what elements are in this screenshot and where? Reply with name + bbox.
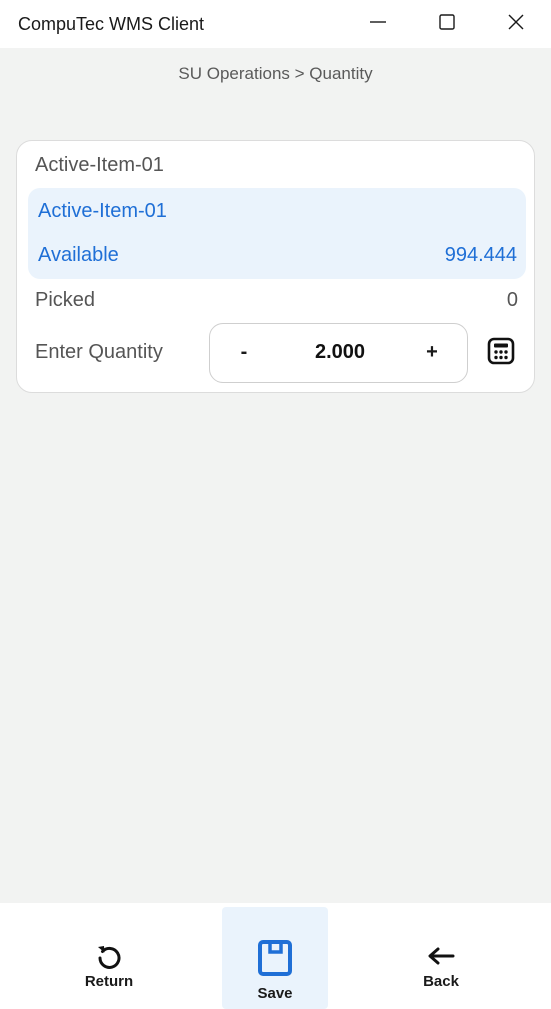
back-arrow-icon (427, 941, 455, 971)
picked-label: Picked (35, 289, 96, 311)
quantity-label: Enter Quantity (35, 341, 163, 363)
save-button[interactable]: Save (222, 907, 328, 1009)
back-button[interactable]: Back (388, 903, 494, 1009)
item-card: Active-Item-01 Active-Item-01 Available … (16, 140, 535, 393)
close-icon (508, 14, 524, 35)
quantity-stepper: - 2.000 + (209, 323, 468, 383)
return-icon (95, 941, 123, 971)
title-bar: CompuTec WMS Client (0, 0, 551, 48)
item-name: Active-Item-01 (38, 200, 167, 222)
picked-value: 0 (506, 289, 518, 311)
maximize-button[interactable] (413, 0, 481, 48)
calculator-icon (487, 337, 515, 370)
calculator-button[interactable] (486, 337, 516, 370)
save-label: Save (257, 985, 293, 1002)
item-header: Active-Item-01 (35, 154, 164, 176)
maximize-icon (439, 13, 455, 35)
close-button[interactable] (482, 0, 550, 48)
item-summary: Active-Item-01 Available 994.444 (28, 188, 526, 279)
return-label: Return (84, 973, 134, 990)
available-value: 994.444 (444, 244, 517, 266)
app-title: CompuTec WMS Client (18, 14, 205, 34)
return-button[interactable]: Return (56, 903, 162, 1009)
breadcrumb: SU Operations > Quantity (178, 64, 373, 83)
save-icon (256, 938, 294, 978)
decrement-button[interactable]: - (219, 324, 269, 381)
back-label: Back (423, 973, 459, 990)
minimize-button[interactable] (344, 0, 412, 48)
available-label: Available (38, 244, 119, 266)
quantity-input[interactable]: 2.000 (280, 341, 400, 364)
increment-button[interactable]: + (407, 324, 457, 381)
bottom-nav: Return Save Back (0, 903, 551, 1009)
minimize-icon (370, 14, 386, 35)
